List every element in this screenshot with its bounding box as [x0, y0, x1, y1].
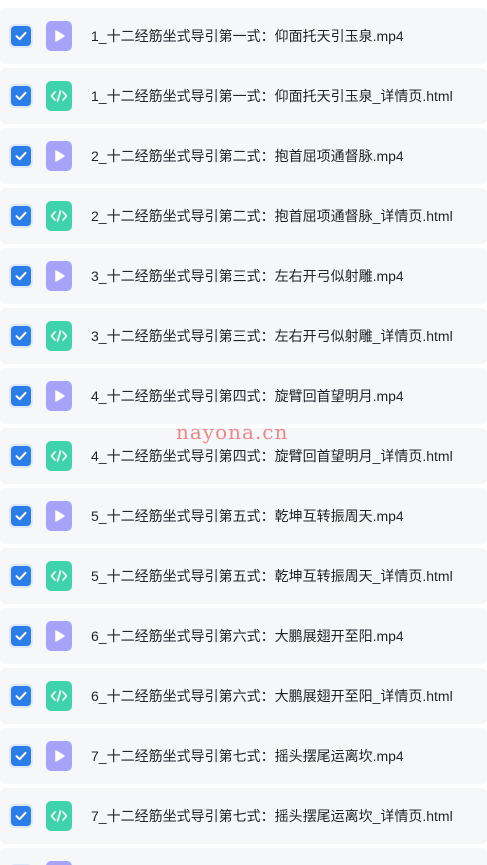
check-icon	[15, 451, 27, 461]
file-name: 6_十二经筋坐式导引第六式：大鹏展翅开至阳_详情页.html	[91, 688, 453, 704]
code-file-icon	[46, 801, 72, 831]
check-icon	[15, 151, 27, 161]
video-file-icon	[46, 21, 72, 51]
file-name: 4_十二经筋坐式导引第四式：旋臂回首望明月.mp4	[91, 388, 404, 404]
checkbox[interactable]	[11, 326, 31, 346]
video-file-icon	[46, 741, 72, 771]
file-row[interactable]	[0, 848, 487, 865]
code-file-icon	[46, 81, 72, 111]
file-row[interactable]: 5_十二经筋坐式导引第五式：乾坤互转振周天.mp4	[0, 488, 487, 544]
file-name: 1_十二经筋坐式导引第一式：仰面托天引玉泉.mp4	[91, 28, 404, 44]
file-name: 3_十二经筋坐式导引第三式：左右开弓似射雕_详情页.html	[91, 328, 453, 344]
file-name: 2_十二经筋坐式导引第二式：抱首屈项通督脉_详情页.html	[91, 208, 453, 224]
check-icon	[15, 391, 27, 401]
file-row[interactable]: 3_十二经筋坐式导引第三式：左右开弓似射雕_详情页.html	[0, 308, 487, 364]
watermark: nayona.cn	[176, 420, 289, 444]
checkbox[interactable]	[11, 566, 31, 586]
file-row[interactable]: 5_十二经筋坐式导引第五式：乾坤互转振周天_详情页.html	[0, 548, 487, 604]
file-name: 5_十二经筋坐式导引第五式：乾坤互转振周天.mp4	[91, 508, 404, 524]
checkbox[interactable]	[11, 86, 31, 106]
check-icon	[15, 271, 27, 281]
check-icon	[15, 211, 27, 221]
check-icon	[15, 571, 27, 581]
checkbox[interactable]	[11, 506, 31, 526]
file-name: 5_十二经筋坐式导引第五式：乾坤互转振周天_详情页.html	[91, 568, 453, 584]
file-row[interactable]: 1_十二经筋坐式导引第一式：仰面托天引玉泉_详情页.html	[0, 68, 487, 124]
checkbox[interactable]	[11, 146, 31, 166]
checkbox[interactable]	[11, 686, 31, 706]
file-name: 7_十二经筋坐式导引第七式：摇头摆尾运离坎_详情页.html	[91, 808, 453, 824]
checkbox[interactable]	[11, 806, 31, 826]
code-file-icon	[46, 321, 72, 351]
code-file-icon	[46, 201, 72, 231]
checkbox[interactable]	[11, 206, 31, 226]
check-icon	[15, 31, 27, 41]
checkbox[interactable]	[11, 626, 31, 646]
file-row[interactable]: 7_十二经筋坐式导引第七式：摇头摆尾运离坎_详情页.html	[0, 788, 487, 844]
checkbox[interactable]	[11, 446, 31, 466]
file-row[interactable]: 2_十二经筋坐式导引第二式：抱首屈项通督脉.mp4	[0, 128, 487, 184]
check-icon	[15, 691, 27, 701]
file-name: 2_十二经筋坐式导引第二式：抱首屈项通督脉.mp4	[91, 148, 404, 164]
check-icon	[15, 331, 27, 341]
file-row[interactable]: 6_十二经筋坐式导引第六式：大鹏展翅开至阳.mp4	[0, 608, 487, 664]
video-file-icon	[46, 621, 72, 651]
video-file-icon	[46, 501, 72, 531]
file-row[interactable]: 7_十二经筋坐式导引第七式：摇头摆尾运离坎.mp4	[0, 728, 487, 784]
file-name: 7_十二经筋坐式导引第七式：摇头摆尾运离坎.mp4	[91, 748, 404, 764]
code-file-icon	[46, 441, 72, 471]
file-name: 1_十二经筋坐式导引第一式：仰面托天引玉泉_详情页.html	[91, 88, 453, 104]
checkbox[interactable]	[11, 746, 31, 766]
file-name: 6_十二经筋坐式导引第六式：大鹏展翅开至阳.mp4	[91, 628, 404, 644]
file-row[interactable]: 3_十二经筋坐式导引第三式：左右开弓似射雕.mp4	[0, 248, 487, 304]
video-file-icon	[46, 861, 72, 865]
file-name: 4_十二经筋坐式导引第四式：旋臂回首望明月_详情页.html	[91, 448, 453, 464]
check-icon	[15, 751, 27, 761]
checkbox[interactable]	[11, 386, 31, 406]
check-icon	[15, 91, 27, 101]
file-row[interactable]: 4_十二经筋坐式导引第四式：旋臂回首望明月.mp4	[0, 368, 487, 424]
code-file-icon	[46, 681, 72, 711]
file-row[interactable]: 2_十二经筋坐式导引第二式：抱首屈项通督脉_详情页.html	[0, 188, 487, 244]
checkbox[interactable]	[11, 266, 31, 286]
check-icon	[15, 511, 27, 521]
check-icon	[15, 811, 27, 821]
file-row[interactable]: 1_十二经筋坐式导引第一式：仰面托天引玉泉.mp4	[0, 8, 487, 64]
check-icon	[15, 631, 27, 641]
video-file-icon	[46, 261, 72, 291]
file-row[interactable]: 6_十二经筋坐式导引第六式：大鹏展翅开至阳_详情页.html	[0, 668, 487, 724]
file-name: 3_十二经筋坐式导引第三式：左右开弓似射雕.mp4	[91, 268, 404, 284]
checkbox[interactable]	[11, 26, 31, 46]
video-file-icon	[46, 141, 72, 171]
code-file-icon	[46, 561, 72, 591]
video-file-icon	[46, 381, 72, 411]
